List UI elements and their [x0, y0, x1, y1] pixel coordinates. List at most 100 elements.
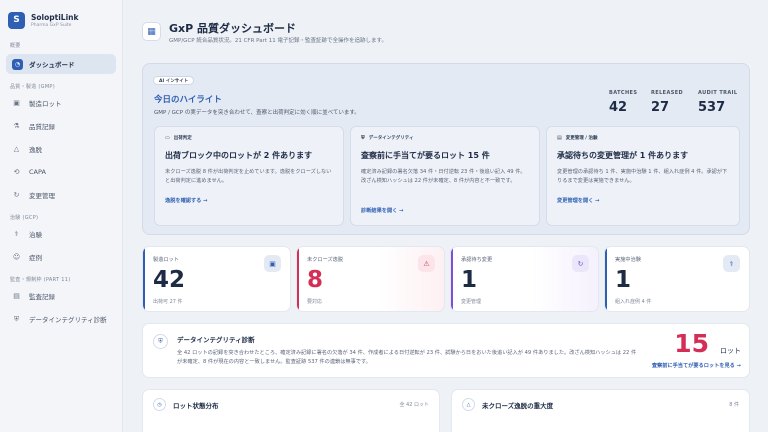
- kpi-label: 承認待ち変更: [461, 257, 493, 263]
- grid-icon: ▦: [142, 22, 161, 41]
- clock-icon: ◷: [153, 398, 166, 411]
- card-link-deviations[interactable]: 逸脱を確認する →: [165, 197, 207, 204]
- refresh-icon: ↻: [572, 255, 589, 272]
- sidebar-item-label: データインテグリティ診断: [29, 316, 107, 324]
- card-link-change-control[interactable]: 変更管理を開く →: [557, 197, 599, 204]
- document-icon: ▤: [13, 292, 20, 300]
- box-icon: ▣: [13, 99, 20, 107]
- warning-icon: △: [462, 398, 475, 411]
- card-link-diagnosis[interactable]: 診断結果を開く →: [361, 207, 403, 214]
- kpi-accent-bar: [143, 247, 145, 311]
- kpi-value: 1: [461, 267, 478, 293]
- sidebar-item-deviations[interactable]: △ 逸脱: [6, 139, 116, 159]
- section-label-overview: 概要: [10, 43, 21, 49]
- sidebar-item-label: 逸脱: [29, 146, 42, 154]
- sidebar-item-label: ダッシュボード: [29, 61, 75, 69]
- card-title: 承認待ちの変更管理が 1 件あります: [557, 151, 689, 160]
- loop-icon: ⟲: [13, 168, 20, 176]
- card-body: 未クローズ逸脱 8 件が出荷判定を止めています。逸脱をクローズしないと出荷判定に…: [165, 169, 332, 184]
- highlight-panel: AI インサイト 今日のハイライト GMP / GCP の実データを突き合わせて…: [142, 63, 750, 235]
- kpi-value: 42: [153, 267, 186, 293]
- truck-icon: ▭: [165, 135, 170, 141]
- refresh-icon: ↻: [13, 191, 20, 199]
- kpi-value: 1: [615, 267, 632, 293]
- sidebar-item-dashboard[interactable]: ◔ ダッシュボード: [6, 54, 116, 74]
- kpi-card-batches[interactable]: 製造ロット 42 出荷可 27 件 ▣: [142, 246, 291, 312]
- sidebar-item-audit-records[interactable]: ▤ 監査記録: [6, 286, 116, 306]
- stat-released: RELEASED 27: [651, 90, 683, 115]
- sidebar: S SoloptiLink Pharma GxP Suite 概要 ◔ ダッシュ…: [0, 0, 123, 432]
- brand[interactable]: S SoloptiLink Pharma GxP Suite: [0, 0, 122, 32]
- highlight-card-integrity: ⛨ データインテグリティ 査察前に手当てが要るロット 15 件 確定済み記録の署名…: [350, 126, 540, 226]
- sidebar-item-batches[interactable]: ▣ 製造ロット: [6, 93, 116, 113]
- page-title: GxP 品質ダッシュボード: [169, 22, 297, 35]
- document-icon: ▤: [557, 135, 562, 141]
- kpi-footnote: 出荷可 27 件: [153, 299, 183, 305]
- sidebar-item-label: CAPA: [29, 168, 46, 176]
- stat-label: RELEASED: [651, 90, 684, 96]
- kpi-card-trials[interactable]: 実施中治験 1 組入れ症例 4 件 ⚕: [604, 246, 750, 312]
- sidebar-item-label: 治験: [29, 231, 42, 239]
- sidebar-item-trials[interactable]: ⚕ 治験: [6, 224, 116, 244]
- stat-audit-trail: AUDIT TRAIL 537: [698, 90, 738, 115]
- panel-lot-status: ◷ ロット状態分布 全 42 ロット: [142, 389, 440, 432]
- kpi-label: 製造ロット: [153, 257, 179, 263]
- kpi-card-change-requests[interactable]: 承認待ち変更 1 変更管理 ↻: [450, 246, 599, 312]
- sidebar-item-data-integrity[interactable]: ⛨ データインテグリティ診断: [6, 309, 116, 329]
- card-tag: ▤ 変更管理 / 治験: [557, 135, 598, 141]
- stat-value: 42: [609, 100, 628, 115]
- shield-icon: ⛨: [153, 334, 168, 349]
- sidebar-item-quality-records[interactable]: ⚗ 品質記録: [6, 116, 116, 136]
- flask-icon: ⚗: [13, 122, 20, 130]
- warning-icon: ⚠: [418, 255, 435, 272]
- brand-subtitle: Pharma GxP Suite: [31, 22, 72, 28]
- stat-batches: BATCHES 42: [609, 90, 637, 115]
- section-label-gcp: 治験 (GCP): [10, 215, 39, 221]
- card-title: 出荷ブロック中のロットが 2 件あります: [165, 151, 313, 160]
- shield-icon: ⛨: [361, 135, 365, 141]
- kpi-footnote: 要対応: [307, 299, 323, 305]
- section-label-audit: 監査・規制枠 (PART 11): [10, 277, 71, 283]
- card-body: 変更管理の承認待ち 1 件、実施中治験 1 件、組入れ症例 4 件。承認が下りる…: [557, 169, 728, 184]
- diagnosis-body: 全 42 ロットの記録を突き合わせたところ、確定済み記録に署名の欠落が 34 件…: [177, 350, 637, 365]
- sidebar-item-capa[interactable]: ⟲ CAPA: [6, 162, 116, 182]
- stat-label: AUDIT TRAIL: [698, 90, 738, 96]
- highlight-card-release: ▭ 出荷判定 出荷ブロック中のロットが 2 件あります 未クローズ逸脱 8 件が出…: [154, 126, 344, 226]
- kpi-accent-bar: [605, 247, 607, 311]
- sidebar-item-change-control[interactable]: ↻ 変更管理: [6, 185, 116, 205]
- stat-label: BATCHES: [609, 90, 638, 96]
- main-content: ▦ GxP 品質ダッシュボード GMP/GCP 統合品質状況。21 CFR Pa…: [124, 0, 768, 432]
- kpi-accent-bar: [297, 247, 299, 311]
- sidebar-item-label: 品質記録: [29, 123, 55, 131]
- kpi-footnote: 変更管理: [461, 299, 482, 305]
- kpi-label: 未クローズ逸脱: [307, 257, 344, 263]
- gauge-icon: ◔: [12, 58, 23, 70]
- brand-logo: S: [8, 11, 25, 29]
- stethoscope-icon: ⚕: [723, 255, 740, 272]
- box-icon: ▣: [264, 255, 281, 272]
- kpi-value: 8: [307, 267, 324, 293]
- kpi-footnote: 組入れ症例 4 件: [615, 299, 652, 305]
- card-tag: ▭ 出荷判定: [165, 135, 192, 141]
- panel-title: ロット状態分布: [173, 402, 219, 410]
- data-integrity-diagnosis: ⛨ データインテグリティ診断 全 42 ロットの記録を突き合わせたところ、確定済…: [142, 323, 750, 378]
- kpi-card-deviations[interactable]: 未クローズ逸脱 8 要対応 ⚠: [296, 246, 445, 312]
- warning-icon: △: [13, 145, 20, 153]
- sidebar-item-label: 製造ロット: [29, 100, 62, 108]
- page-subtitle: GMP/GCP 統合品質状況。21 CFR Part 11 電子記録・監査証跡で…: [169, 38, 387, 44]
- stat-value: 537: [698, 100, 726, 115]
- panel-deviation-severity: △ 未クローズ逸脱の重大度 8 件: [451, 389, 750, 432]
- card-tag: ⛨ データインテグリティ: [361, 135, 414, 141]
- stethoscope-icon: ⚕: [14, 230, 19, 238]
- diagnosis-unit: ロット: [720, 347, 741, 355]
- sidebar-item-label: 症例: [29, 254, 42, 262]
- highlight-title: 今日のハイライト: [154, 95, 222, 105]
- highlight-subtitle: GMP / GCP の実データを突き合わせて、査察と出荷判定に効く順に並べていま…: [154, 110, 360, 116]
- panel-title: 未クローズ逸脱の重大度: [482, 402, 554, 410]
- panel-meta: 全 42 ロット: [399, 402, 429, 408]
- card-title: 査察前に手当てが要るロット 15 件: [361, 151, 490, 160]
- sidebar-item-label: 変更管理: [29, 192, 55, 200]
- stat-value: 27: [651, 100, 670, 115]
- sidebar-item-cases[interactable]: ☺ 症例: [6, 247, 116, 267]
- diagnosis-link[interactable]: 査察前に手当てが要るロットを見る →: [652, 362, 741, 369]
